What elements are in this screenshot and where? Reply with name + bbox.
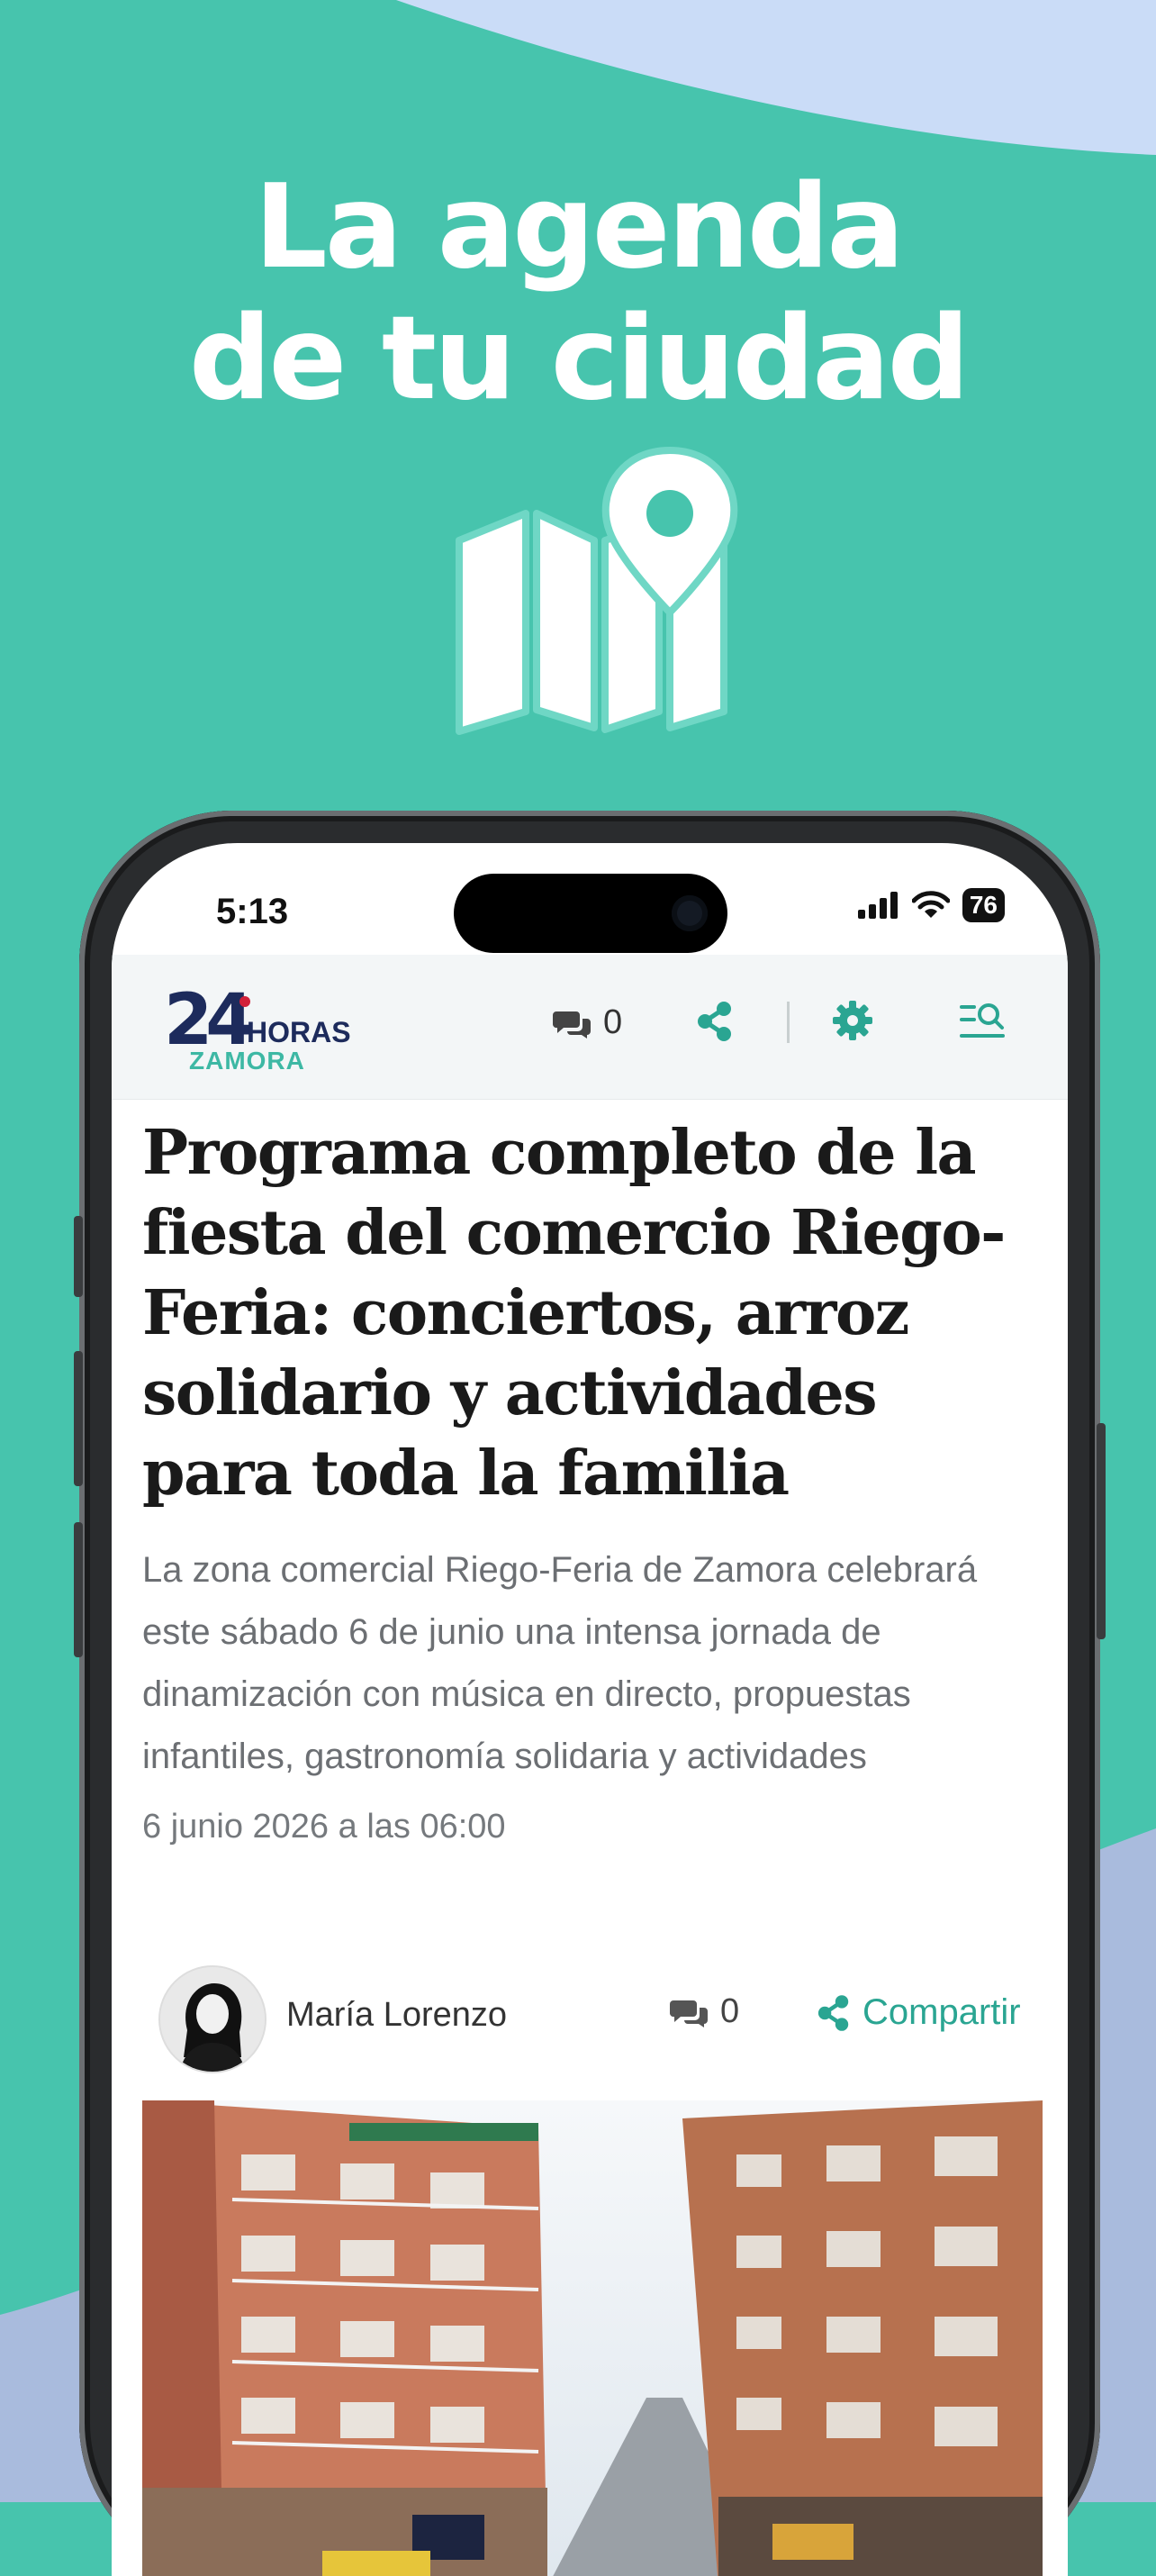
- wifi-icon: [911, 891, 950, 918]
- battery-indicator: 76: [962, 888, 1005, 922]
- phone-side-button: [74, 1351, 83, 1486]
- headline-line-2: de tu ciudad: [188, 292, 970, 426]
- search-menu-icon[interactable]: [960, 1002, 1007, 1041]
- share-icon[interactable]: [697, 1002, 733, 1041]
- article-photo[interactable]: [142, 2100, 1043, 2576]
- site-logo[interactable]: 24 HORAS ZAMORA: [164, 980, 351, 1079]
- top-wave-decoration: [396, 0, 1156, 155]
- article-comment-count: 0: [720, 1992, 740, 2030]
- promo-headline: La agenda de tu ciudad: [0, 162, 1156, 425]
- comments-icon: [553, 1011, 591, 1039]
- header-divider: [787, 1002, 790, 1043]
- header-comments-button[interactable]: 0: [553, 1003, 622, 1042]
- article-byline: María Lorenzo 0 Compartir: [142, 1956, 1043, 2073]
- phone-side-button: [74, 1522, 83, 1657]
- logo-dot: [239, 996, 250, 1007]
- header-comment-count: 0: [603, 1003, 623, 1041]
- status-icons: 76: [857, 888, 1005, 922]
- status-time: 5:13: [216, 892, 289, 931]
- phone-mockup: 5:13 76 24 HORAS ZAMORA 0 Programa compl…: [74, 811, 1106, 2576]
- app-header: 24 HORAS ZAMORA 0: [112, 955, 1068, 1100]
- share-button[interactable]: Compartir: [817, 1992, 1021, 2033]
- map-pin-icon: [456, 446, 738, 735]
- phone-screen: 5:13 76 24 HORAS ZAMORA 0 Programa compl…: [112, 843, 1068, 2576]
- comments-icon: [670, 2000, 708, 2027]
- share-icon: [817, 1994, 849, 2031]
- gear-icon[interactable]: [832, 1000, 873, 1041]
- share-label: Compartir: [862, 1992, 1021, 2032]
- signal-icon: [857, 892, 898, 919]
- article-body: Programa completo de la fiesta del comer…: [142, 1113, 1043, 1846]
- phone-side-button: [1097, 1423, 1106, 1639]
- street-photo: [142, 2100, 1043, 2576]
- phone-side-button: [74, 1216, 83, 1297]
- headline-line-1: La agenda: [254, 160, 904, 295]
- article-date: 6 junio 2026 a las 06:00: [142, 1808, 506, 1846]
- logo-word: HORAS: [247, 1016, 351, 1048]
- avatar-portrait: [160, 1967, 265, 2072]
- author-name[interactable]: María Lorenzo: [286, 1996, 507, 2035]
- dynamic-island: [454, 874, 727, 953]
- article-title: Programa completo de la fiesta del comer…: [142, 1117, 1006, 1510]
- logo-city: ZAMORA: [189, 1047, 305, 1075]
- author-avatar[interactable]: [158, 1965, 266, 2073]
- article-comments-button[interactable]: 0: [670, 1992, 739, 2031]
- article-summary: La zona comercial Riego-Feria de Zamora …: [142, 1550, 978, 1776]
